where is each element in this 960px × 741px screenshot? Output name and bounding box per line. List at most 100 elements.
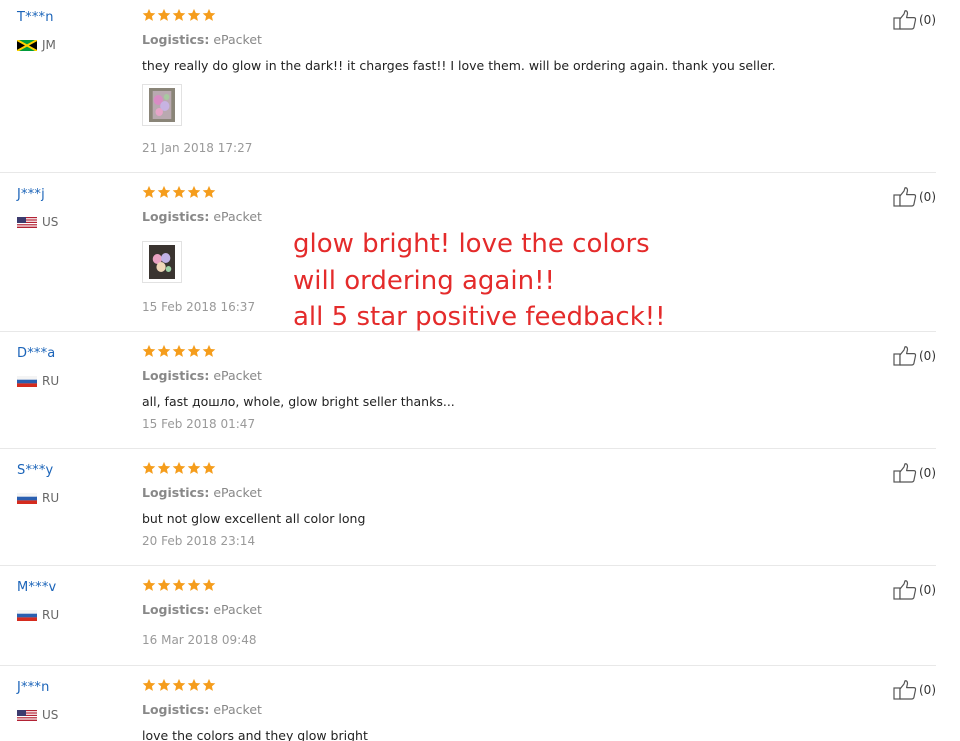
review-comment: all, fast дошло, whole, glow bright sell… bbox=[142, 394, 455, 409]
photo-thumbnail-icon bbox=[149, 245, 175, 279]
reviewer-country: JM bbox=[17, 38, 56, 52]
review-date: 15 Feb 2018 01:47 bbox=[142, 417, 256, 431]
review-item: S***y RU Logistics: ePacket but not glow… bbox=[0, 453, 936, 566]
star-rating bbox=[142, 185, 216, 199]
review-item: J***n US Logistics: ePacket love the col… bbox=[0, 670, 936, 741]
star-icon bbox=[202, 8, 216, 21]
star-icon bbox=[202, 461, 216, 474]
useful-button[interactable]: (0) bbox=[893, 187, 936, 207]
star-icon bbox=[157, 461, 171, 474]
star-icon bbox=[202, 678, 216, 691]
star-icon bbox=[172, 8, 186, 21]
star-icon bbox=[187, 678, 201, 691]
star-icon bbox=[202, 185, 216, 198]
review-item: D***a RU Logistics: ePacket all, fast до… bbox=[0, 336, 936, 449]
useful-count: (0) bbox=[919, 466, 936, 480]
review-photo[interactable] bbox=[142, 84, 182, 126]
star-icon bbox=[142, 578, 156, 591]
promo-overlay-text: glow bright! love the colors will orderi… bbox=[293, 226, 666, 336]
reviewer-name[interactable]: J***j bbox=[17, 187, 45, 202]
country-code: RU bbox=[42, 491, 60, 505]
logistics-value: ePacket bbox=[213, 602, 262, 617]
russia-flag-icon bbox=[17, 609, 37, 621]
thumbs-up-icon bbox=[893, 580, 917, 600]
useful-button[interactable]: (0) bbox=[893, 680, 936, 700]
country-code: US bbox=[42, 215, 59, 229]
logistics-value: ePacket bbox=[213, 32, 262, 47]
thumbs-up-icon bbox=[893, 463, 917, 483]
useful-button[interactable]: (0) bbox=[893, 10, 936, 30]
review-date: 21 Jan 2018 17:27 bbox=[142, 141, 253, 155]
logistics-value: ePacket bbox=[213, 368, 262, 383]
review-comment: but not glow excellent all color long bbox=[142, 511, 366, 526]
review-item: T***n JM Logistics: ePacket they really … bbox=[0, 0, 936, 173]
russia-flag-icon bbox=[17, 375, 37, 387]
promo-line: all 5 star positive feedback!! bbox=[293, 302, 666, 332]
review-date: 20 Feb 2018 23:14 bbox=[142, 534, 256, 548]
star-icon bbox=[187, 578, 201, 591]
star-icon bbox=[202, 344, 216, 357]
star-icon bbox=[172, 678, 186, 691]
useful-button[interactable]: (0) bbox=[893, 346, 936, 366]
logistics-label: Logistics: bbox=[142, 602, 210, 617]
country-code: JM bbox=[42, 38, 56, 52]
country-code: RU bbox=[42, 374, 60, 388]
logistics-label: Logistics: bbox=[142, 368, 210, 383]
logistics-value: ePacket bbox=[213, 485, 262, 500]
country-code: US bbox=[42, 708, 59, 722]
jamaica-flag-icon bbox=[17, 39, 37, 51]
logistics-info: Logistics: ePacket bbox=[142, 602, 262, 617]
photo-thumbnail-icon bbox=[149, 88, 175, 122]
useful-count: (0) bbox=[919, 583, 936, 597]
star-icon bbox=[187, 344, 201, 357]
logistics-label: Logistics: bbox=[142, 485, 210, 500]
russia-flag-icon bbox=[17, 492, 37, 504]
star-icon bbox=[187, 185, 201, 198]
star-icon bbox=[142, 344, 156, 357]
star-rating bbox=[142, 678, 216, 692]
star-icon bbox=[142, 8, 156, 21]
useful-count: (0) bbox=[919, 190, 936, 204]
logistics-info: Logistics: ePacket bbox=[142, 368, 262, 383]
review-date: 16 Mar 2018 09:48 bbox=[142, 633, 257, 647]
thumbs-up-icon bbox=[893, 10, 917, 30]
reviewer-name[interactable]: M***v bbox=[17, 580, 56, 595]
star-rating bbox=[142, 578, 216, 592]
reviewer-name[interactable]: S***y bbox=[17, 463, 53, 478]
review-comment: love the colors and they glow bright bbox=[142, 728, 368, 741]
star-icon bbox=[157, 8, 171, 21]
star-icon bbox=[142, 461, 156, 474]
star-icon bbox=[172, 461, 186, 474]
logistics-value: ePacket bbox=[213, 209, 262, 224]
logistics-info: Logistics: ePacket bbox=[142, 485, 262, 500]
logistics-info: Logistics: ePacket bbox=[142, 702, 262, 717]
useful-count: (0) bbox=[919, 683, 936, 697]
reviewer-country: RU bbox=[17, 374, 59, 388]
star-icon bbox=[157, 578, 171, 591]
star-icon bbox=[187, 461, 201, 474]
thumbs-up-icon bbox=[893, 346, 917, 366]
country-code: RU bbox=[42, 608, 60, 622]
useful-button[interactable]: (0) bbox=[893, 580, 936, 600]
reviewer-country: RU bbox=[17, 491, 59, 505]
star-icon bbox=[172, 185, 186, 198]
reviewer-name[interactable]: D***a bbox=[17, 346, 55, 361]
star-rating bbox=[142, 8, 216, 22]
logistics-info: Logistics: ePacket bbox=[142, 209, 262, 224]
promo-line: will ordering again!! bbox=[293, 265, 555, 296]
reviewer-country: RU bbox=[17, 608, 59, 622]
logistics-info: Logistics: ePacket bbox=[142, 32, 262, 47]
review-photo[interactable] bbox=[142, 241, 182, 283]
useful-button[interactable]: (0) bbox=[893, 463, 936, 483]
reviewer-name[interactable]: T***n bbox=[17, 10, 54, 25]
thumbs-up-icon bbox=[893, 187, 917, 207]
star-rating bbox=[142, 344, 216, 358]
logistics-label: Logistics: bbox=[142, 702, 210, 717]
star-icon bbox=[202, 578, 216, 591]
star-rating bbox=[142, 461, 216, 475]
star-icon bbox=[142, 678, 156, 691]
us-flag-icon bbox=[17, 216, 37, 228]
reviewer-name[interactable]: J***n bbox=[17, 680, 50, 695]
review-feed: T***n JM Logistics: ePacket they really … bbox=[0, 0, 960, 741]
review-comment: they really do glow in the dark!! it cha… bbox=[142, 58, 776, 73]
